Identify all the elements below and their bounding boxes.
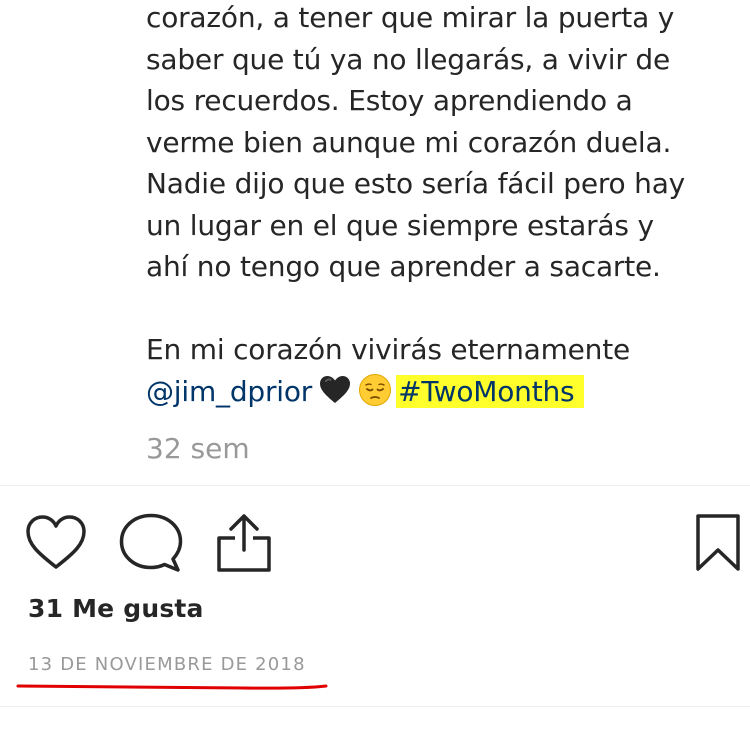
caption-line: los recuerdos. Estoy aprendiendo a	[146, 84, 633, 117]
black-heart-icon	[320, 375, 351, 403]
post-date: 13 DE NOVIEMBRE DE 2018	[28, 654, 306, 675]
like-count[interactable]: 31 Me gusta	[28, 594, 204, 623]
heart-icon[interactable]	[24, 514, 88, 572]
caption-line: verme bien aunque mi corazón duela.	[146, 125, 672, 159]
share-icon[interactable]	[214, 512, 274, 574]
section-divider	[0, 485, 750, 486]
post-caption: corazón, a tener que mirar la puerta y s…	[146, 0, 736, 412]
caption-line: ahí no tengo que aprender a sacarte.	[146, 250, 661, 283]
post-time-ago[interactable]: 32 sem	[146, 432, 250, 465]
caption-line: corazón, a tener que mirar la puerta y	[146, 1, 675, 34]
hashtag-link[interactable]: #TwoMonths	[396, 374, 585, 408]
bookmark-icon[interactable]	[694, 512, 742, 574]
caption-line: saber que tú ya no llegarás, a vivir de	[146, 42, 670, 76]
comment-icon[interactable]	[118, 512, 184, 574]
pensive-face-icon	[359, 373, 392, 406]
caption-closing-line: En mi corazón vivirás eternamente	[146, 333, 631, 366]
section-divider	[0, 706, 750, 707]
caption-line: un lugar en el que siempre estarás y	[146, 208, 654, 242]
caption-tags-line: @jim_dprior #TwoMonths	[146, 371, 736, 413]
red-underline-annotation	[16, 684, 328, 690]
caption-line: Nadie dijo que esto sería fácil pero hay	[146, 167, 686, 200]
user-mention-link[interactable]: @jim_dprior	[146, 375, 312, 408]
